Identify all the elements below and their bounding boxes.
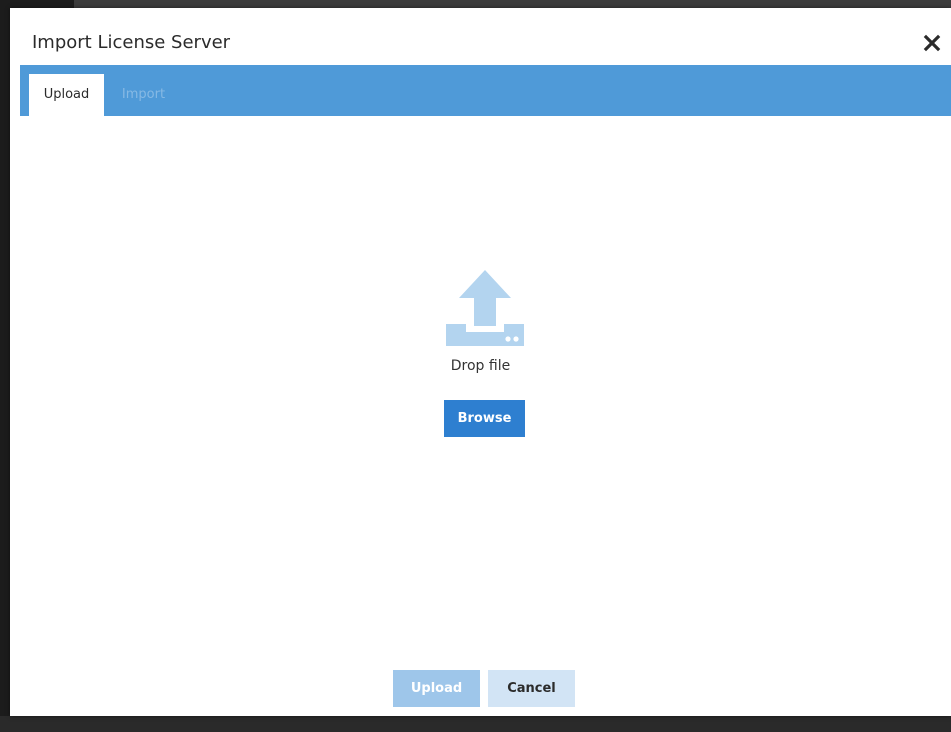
browse-button[interactable]: Browse xyxy=(444,400,525,437)
import-license-server-dialog: Import License Server Upload Import Drop… xyxy=(10,8,951,716)
dialog-title: Import License Server xyxy=(32,32,231,53)
backdrop-top xyxy=(74,0,951,8)
dialog-header: Import License Server xyxy=(10,8,951,64)
close-button[interactable] xyxy=(923,34,941,52)
upload-icon xyxy=(446,268,524,346)
backdrop-bottom xyxy=(0,716,951,732)
cancel-button[interactable]: Cancel xyxy=(488,670,575,707)
tab-import[interactable]: Import xyxy=(106,74,181,116)
tab-upload[interactable]: Upload xyxy=(29,74,104,116)
screen: Import License Server Upload Import Drop… xyxy=(0,0,951,732)
drop-file-label: Drop file xyxy=(450,358,511,374)
close-icon xyxy=(923,34,941,52)
tab-bar: Upload Import xyxy=(20,65,951,116)
upload-button[interactable]: Upload xyxy=(393,670,480,707)
